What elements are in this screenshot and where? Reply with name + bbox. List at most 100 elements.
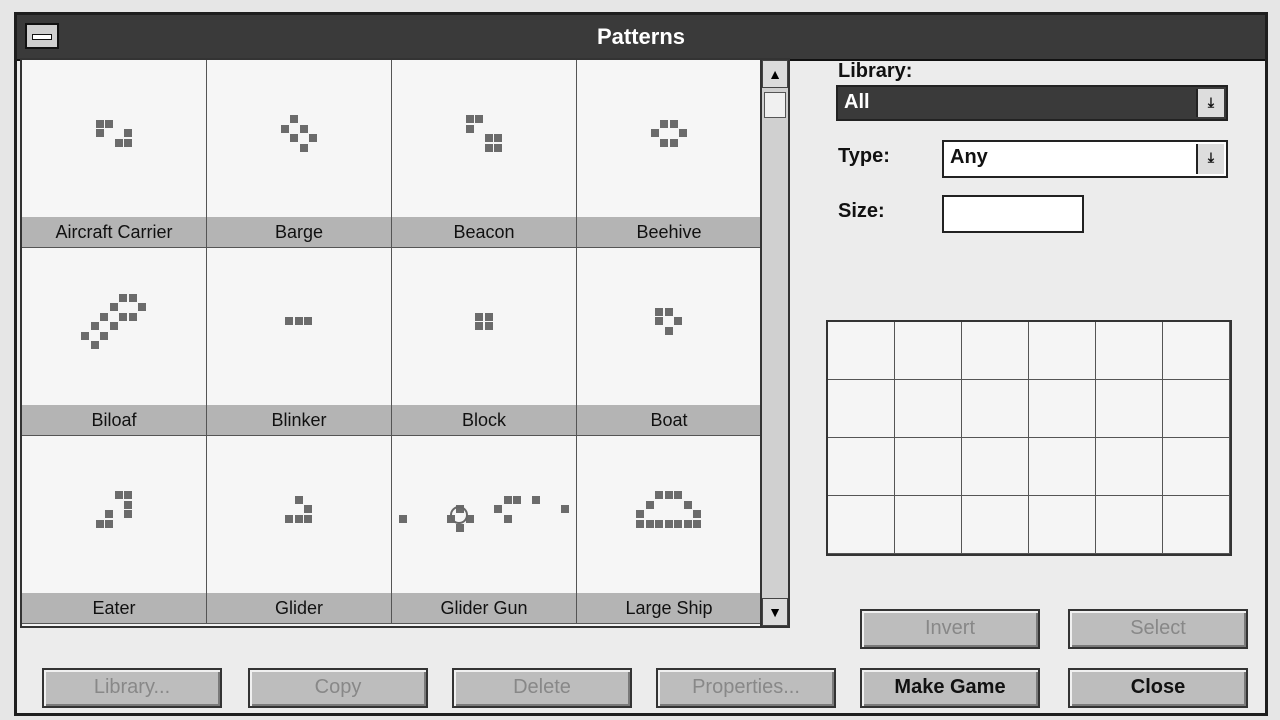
eater-pattern-icon — [22, 436, 206, 594]
cell-dot — [285, 514, 294, 523]
scroll-thumb[interactable] — [764, 92, 786, 118]
gallery-scrollbar[interactable]: ▲ ▼ — [760, 58, 790, 628]
cell-dot — [304, 505, 313, 514]
chevron-down-icon[interactable]: ⤓ — [1196, 89, 1224, 117]
cell-dot — [299, 124, 308, 133]
pattern-cell[interactable]: Block — [392, 248, 577, 436]
pattern-cell[interactable]: Glider Gun — [392, 436, 577, 624]
size-field[interactable] — [942, 195, 1084, 233]
chevron-down-icon[interactable]: ⤓ — [1196, 144, 1224, 174]
cell-dot — [294, 495, 303, 504]
scroll-down-arrow-icon[interactable]: ▼ — [762, 598, 788, 626]
cell-dot — [95, 519, 104, 528]
type-dropdown[interactable]: Any ⤓ — [942, 140, 1228, 178]
cell-dot — [290, 134, 298, 142]
cell-dot — [494, 134, 502, 142]
cell-dot — [114, 491, 123, 499]
cell-dot — [475, 322, 483, 330]
cell-dot — [693, 519, 702, 528]
dialog-title: Patterns — [596, 24, 686, 49]
cell-dot — [660, 138, 668, 147]
cell-dot — [456, 524, 464, 533]
make-game-button[interactable]: Make Game — [860, 668, 1040, 708]
glider-gun-pattern-icon — [392, 436, 576, 594]
library-dropdown[interactable]: All ⤓ — [836, 85, 1228, 121]
pattern-label: Eater — [22, 593, 206, 623]
pattern-cell[interactable]: Blinker — [207, 248, 392, 436]
pattern-cell[interactable]: Boat — [577, 248, 762, 436]
copy-button[interactable]: Copy — [248, 668, 428, 708]
cell-dot — [660, 119, 668, 128]
preview-cell — [895, 438, 962, 496]
cell-dot — [645, 519, 654, 528]
cell-dot — [650, 129, 659, 138]
cell-dot — [484, 143, 493, 152]
pattern-label: Biloaf — [22, 405, 206, 435]
beacon-pattern-icon — [392, 60, 576, 218]
pattern-label: Block — [392, 405, 576, 435]
cell-dot — [669, 138, 678, 147]
cell-dot — [105, 519, 113, 528]
cell-dot — [484, 134, 493, 142]
preview-cell — [1163, 322, 1230, 380]
cell-dot — [309, 134, 317, 142]
barge-pattern-icon — [207, 60, 391, 218]
cell-dot — [128, 312, 137, 321]
large-ship-pattern-icon — [577, 436, 761, 594]
properties-button[interactable]: Properties... — [656, 668, 836, 708]
pattern-cell[interactable]: Beehive — [577, 60, 762, 248]
pattern-label: Aircraft Carrier — [22, 217, 206, 247]
cell-dot — [484, 312, 493, 321]
cell-dot — [100, 312, 109, 321]
scroll-up-arrow-icon[interactable]: ▲ — [762, 60, 788, 88]
glider-gun-ring — [450, 506, 468, 524]
pattern-cell[interactable]: Aircraft Carrier — [22, 60, 207, 248]
cell-dot — [119, 293, 128, 302]
pattern-label: Boat — [577, 405, 761, 435]
cell-dot — [636, 519, 645, 528]
biloaf-pattern-icon — [22, 248, 206, 406]
close-button[interactable]: Close — [1068, 668, 1248, 708]
cell-dot — [399, 514, 407, 523]
cell-dot — [105, 119, 113, 128]
cell-dot — [693, 510, 702, 518]
size-label: Size: — [838, 200, 885, 222]
preview-cell — [1029, 322, 1096, 380]
cell-dot — [655, 307, 664, 316]
preview-cell — [828, 380, 895, 438]
cell-dot — [294, 514, 303, 523]
preview-cell — [962, 496, 1029, 554]
pattern-cell[interactable]: Beacon — [392, 60, 577, 248]
preview-cell — [962, 322, 1029, 380]
cell-dot — [294, 317, 303, 326]
pattern-cell[interactable]: Glider — [207, 436, 392, 624]
delete-button[interactable]: Delete — [452, 668, 632, 708]
pattern-cell[interactable]: Eater — [22, 436, 207, 624]
cell-dot — [664, 519, 673, 528]
cell-dot — [95, 129, 104, 138]
preview-cell — [1163, 438, 1230, 496]
invert-button[interactable]: Invert — [860, 609, 1040, 649]
cell-dot — [532, 495, 540, 504]
preview-cell — [895, 322, 962, 380]
cell-dot — [664, 326, 673, 335]
pattern-cell[interactable]: Barge — [207, 60, 392, 248]
pattern-cell[interactable]: Biloaf — [22, 248, 207, 436]
cell-dot — [124, 129, 132, 138]
cell-dot — [299, 143, 308, 152]
cell-dot — [124, 491, 132, 499]
cell-dot — [669, 119, 678, 128]
preview-cell — [962, 438, 1029, 496]
pattern-label: Glider Gun — [392, 593, 576, 623]
cell-dot — [664, 491, 673, 499]
pattern-cell[interactable]: Large Ship — [577, 436, 762, 624]
cell-dot — [100, 331, 109, 340]
preview-cell — [828, 322, 895, 380]
aircraft-carrier-pattern-icon — [22, 60, 206, 218]
cell-dot — [285, 317, 294, 326]
cell-dot — [280, 124, 289, 133]
pattern-label: Beacon — [392, 217, 576, 247]
select-button[interactable]: Select — [1068, 609, 1248, 649]
library-button[interactable]: Library... — [42, 668, 222, 708]
preview-cell — [1029, 380, 1096, 438]
